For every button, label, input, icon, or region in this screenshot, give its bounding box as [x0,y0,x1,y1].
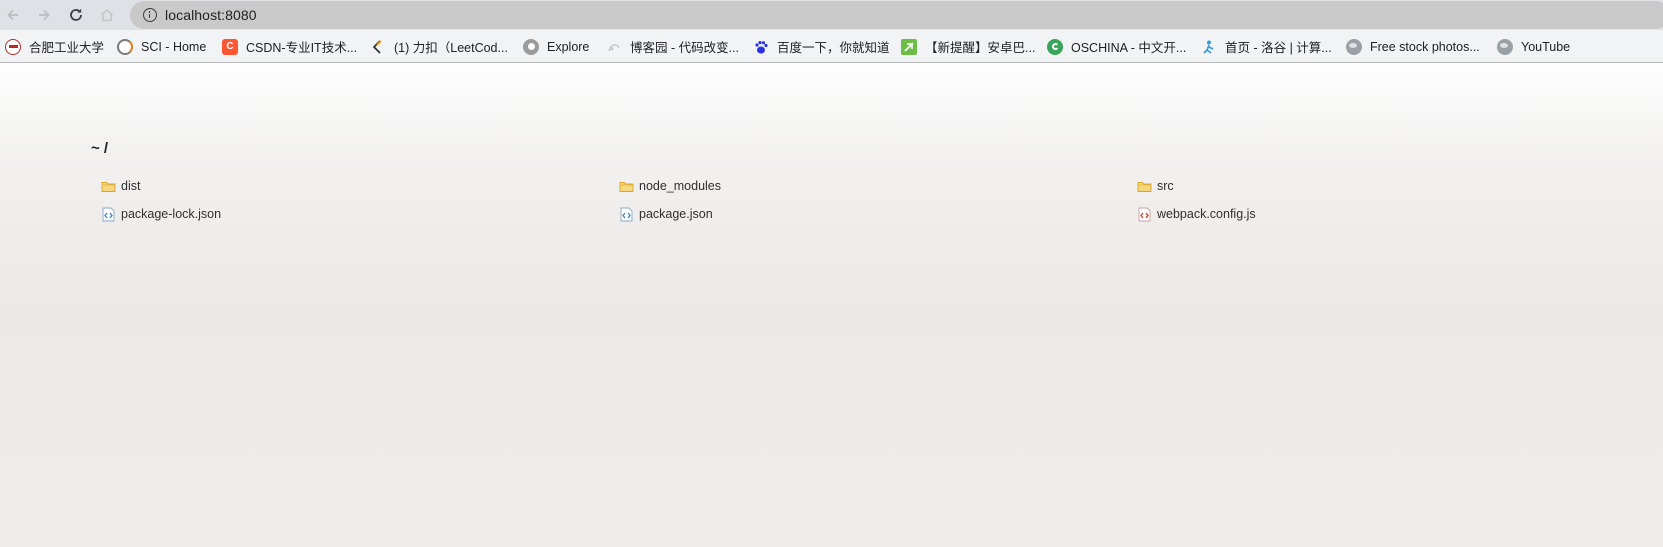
bookmark-hfut[interactable]: 合肥工业大学 [5,38,104,55]
folder-icon [1137,179,1152,194]
file-name: package.json [639,207,713,221]
bookmark-cnblogs[interactable]: 博客园 - 代码改变... [606,38,739,55]
globe-icon [1346,38,1362,55]
file-entry-node-modules[interactable]: node_modules [619,177,721,195]
bookmark-label: SCI - Home [141,39,207,54]
file-entry-package-json[interactable]: package.json [619,205,713,223]
bookmark-sci[interactable]: SCI - Home [117,38,206,55]
sci-icon [117,38,133,55]
bookmark-explore[interactable]: Explore [523,38,589,55]
bookmark-label: 百度一下，你就知道 [777,41,890,55]
breadcrumb[interactable]: ~ / [91,140,108,157]
file-entry-package-lock-json[interactable]: package-lock.json [101,205,221,223]
bookmark-label: CSDN-专业IT技术... [246,41,358,55]
bookmark-oschina[interactable]: OSCHINA - 中文开... [1047,38,1186,55]
directory-listing-page: ~ / dist node_modules src package-lock.j… [0,63,1663,547]
info-icon[interactable] [143,8,157,22]
url-text[interactable]: localhost:8080 [165,7,257,23]
json-file-icon [101,207,116,222]
bookmark-anzhuoba[interactable]: 【新提醒】安卓巴... [901,38,1035,55]
bookmark-label: 首页 - 洛谷 | 计算... [1225,41,1332,55]
browser-toolbar: localhost:8080 [0,0,1663,30]
bookmark-label: (1) 力扣（LeetCod... [394,41,508,55]
bookmarks-bar: 合肥工业大学 SCI - Home C CSDN-专业IT技术... (1) 力… [0,30,1663,63]
bookmark-free-stock-photos[interactable]: Free stock photos... [1346,38,1480,55]
oschina-icon [1047,38,1063,55]
github-icon [523,38,539,55]
bookmark-csdn[interactable]: C CSDN-专业IT技术... [222,38,357,55]
anzhuoba-icon [901,38,917,55]
bookmark-baidu[interactable]: 百度一下，你就知道 [753,38,890,55]
bookmark-label: 【新提醒】安卓巴... [925,41,1036,55]
file-name: dist [121,179,141,193]
file-name: package-lock.json [121,207,222,221]
leetcode-icon [370,39,386,55]
file-name: node_modules [639,179,722,193]
file-name: src [1157,179,1174,193]
home-icon[interactable] [96,4,118,26]
js-file-icon [1137,207,1152,222]
back-arrow-icon[interactable] [2,4,24,26]
bookmark-label: YouTube [1521,39,1571,54]
folder-icon [619,179,634,194]
forward-arrow-icon[interactable] [33,4,55,26]
bookmark-label: Free stock photos... [1370,39,1480,54]
address-bar[interactable]: localhost:8080 [130,1,1663,29]
bookmark-youtube[interactable]: YouTube [1497,38,1570,55]
file-entry-webpack-config-js[interactable]: webpack.config.js [1137,205,1256,223]
csdn-icon: C [222,38,238,55]
folder-icon [101,179,116,194]
baidu-icon [753,39,769,55]
globe-icon [1497,38,1513,55]
json-file-icon [619,207,634,222]
file-entry-src[interactable]: src [1137,177,1174,195]
file-entry-dist[interactable]: dist [101,177,140,195]
cnblogs-icon [606,39,622,55]
bookmark-luogu[interactable]: 首页 - 洛谷 | 计算... [1201,38,1332,55]
hfut-icon [5,38,21,55]
luogu-icon [1201,39,1217,55]
bookmark-label: Explore [547,39,590,54]
bookmark-label: OSCHINA - 中文开... [1071,41,1187,55]
bookmark-label: 合肥工业大学 [29,41,105,55]
reload-icon[interactable] [65,4,87,26]
bookmark-label: 博客园 - 代码改变... [630,41,740,55]
file-name: webpack.config.js [1157,207,1256,221]
bookmark-leetcode[interactable]: (1) 力扣（LeetCod... [370,38,508,55]
